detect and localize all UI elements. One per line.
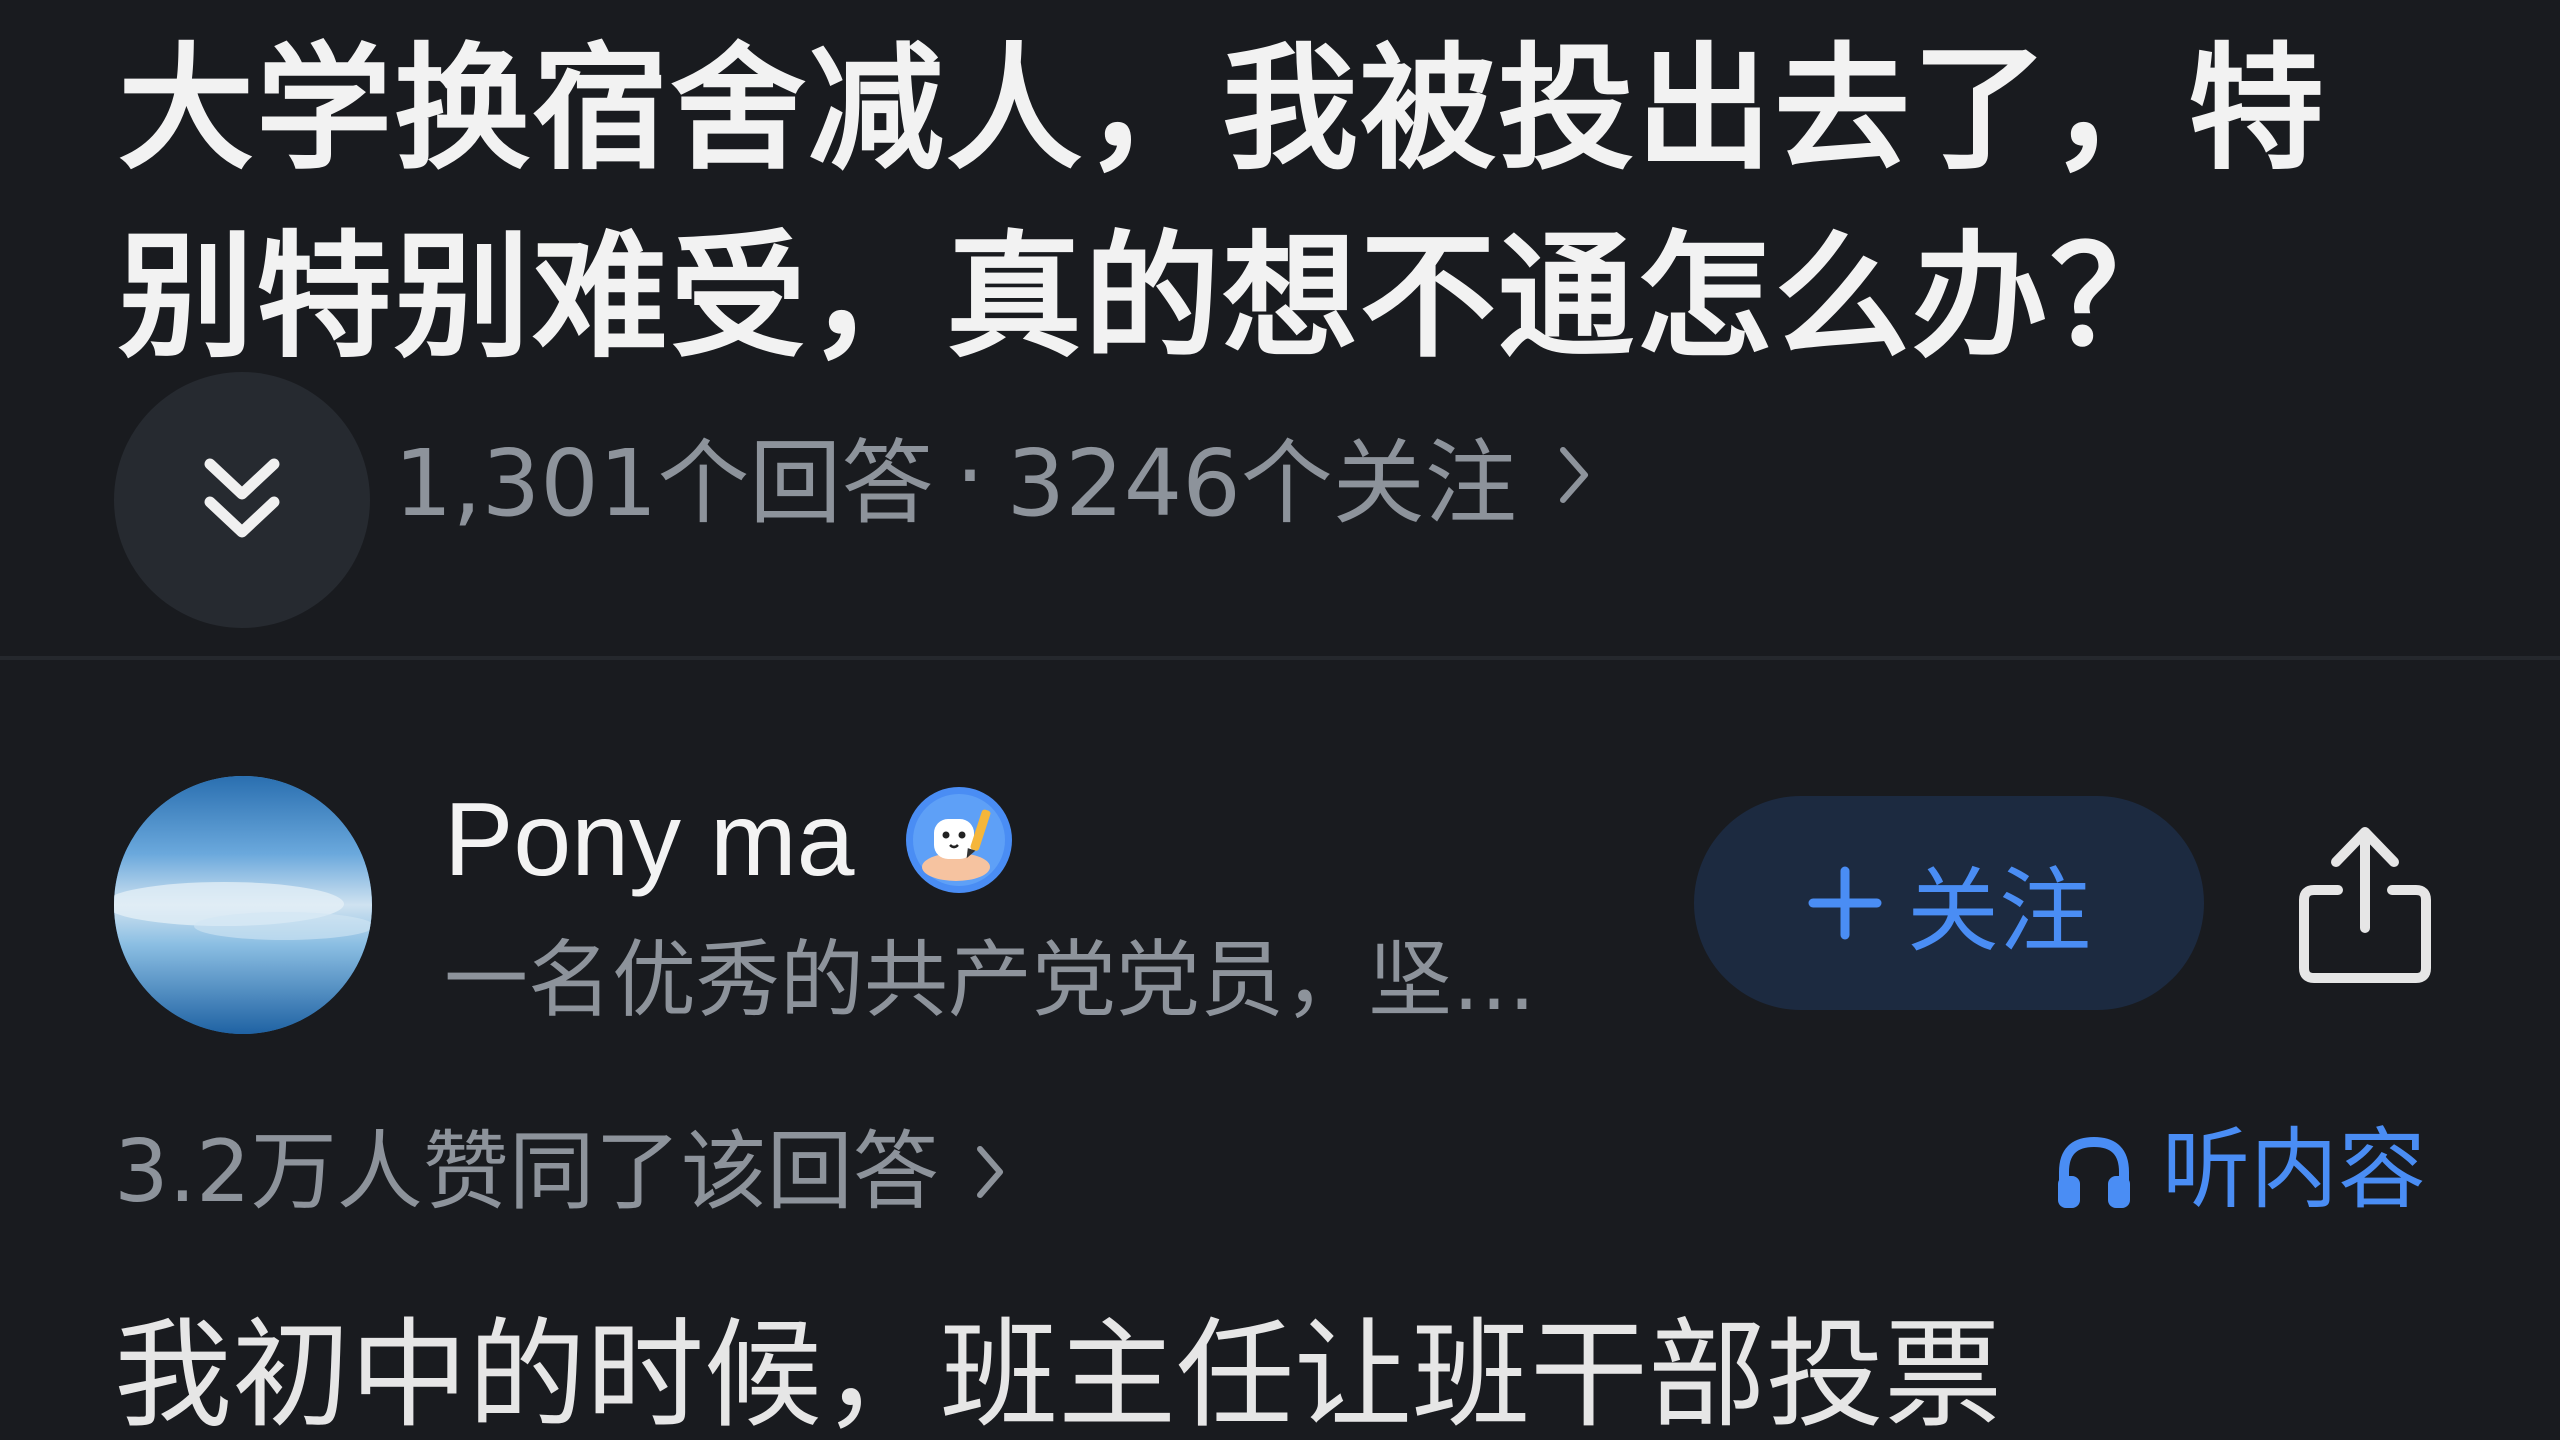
stats-separator: · (955, 421, 985, 529)
double-chevron-down-icon (200, 450, 284, 550)
author-avatar[interactable] (114, 776, 372, 1034)
answer-content[interactable]: 我初中的时候，班主任让班干部投票 (114, 1300, 2002, 1440)
author-bio: 一名优秀的共产党党员，坚… (444, 931, 1537, 1029)
likes-text: 3.2万人赞同了该回答 (114, 1122, 939, 1222)
share-button[interactable] (2290, 820, 2440, 990)
question-title[interactable]: 大学换宿舍减人，我被投出去了，特别特别难受，真的想不通怎么办？ (118, 16, 2458, 392)
author-name-row[interactable]: Pony ma (444, 780, 1014, 900)
question-stats-link[interactable]: 1,301个回答 · 3246个关注 (394, 420, 1591, 537)
follower-count: 3246个关注 (1006, 429, 1517, 537)
chevron-right-icon (1557, 444, 1591, 506)
likes-link[interactable]: 3.2万人赞同了该回答 (114, 1122, 1005, 1222)
answer-count: 1,301个回答 (394, 429, 934, 537)
section-divider (0, 656, 2560, 660)
listen-button[interactable]: 听内容 (2052, 1120, 2426, 1220)
zhihu-answer-page: 大学换宿舍减人，我被投出去了，特别特别难受，真的想不通怎么办？ 1,301个回答… (0, 0, 2560, 1440)
writer-badge-icon[interactable] (904, 785, 1014, 895)
collapse-button[interactable] (114, 372, 370, 628)
share-icon (2290, 827, 2440, 994)
chevron-right-icon (975, 1143, 1005, 1201)
author-name: Pony ma (444, 782, 855, 898)
plus-icon (1807, 865, 1883, 941)
headphone-icon (2052, 1128, 2136, 1212)
follow-button-label: 关注 (1906, 857, 2091, 965)
follow-button[interactable]: 关注 (1694, 796, 2204, 1010)
listen-label: 听内容 (2162, 1118, 2427, 1221)
